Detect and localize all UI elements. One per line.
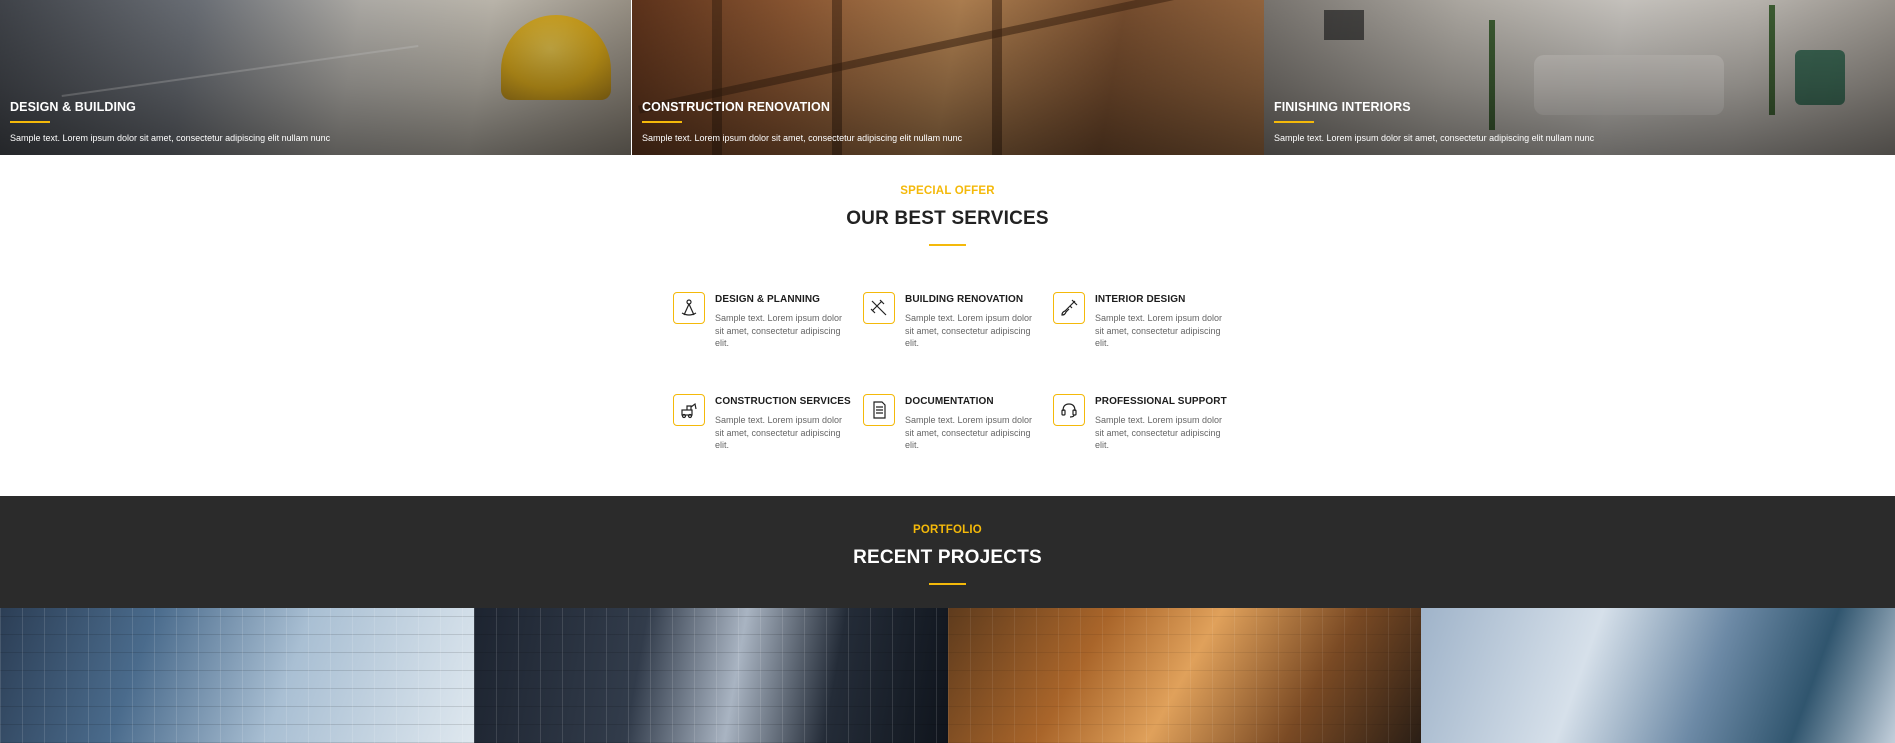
portfolio-title: RECENT PROJECTS xyxy=(853,547,1042,568)
feature-tile-text: Sample text. Lorem ipsum dolor sit amet,… xyxy=(642,133,963,143)
services-title-divider xyxy=(929,244,966,246)
paint-brush-icon xyxy=(1053,292,1085,324)
compass-drafting-icon xyxy=(673,292,705,324)
feature-tile-divider xyxy=(642,121,682,123)
service-title: CONSTRUCTION SERVICES xyxy=(715,396,851,407)
service-item-professional-support[interactable]: PROFESSIONAL SUPPORT Sample text. Lorem … xyxy=(1053,394,1253,464)
project-image-1[interactable] xyxy=(0,608,474,743)
feature-tile-design-building[interactable]: DESIGN & BUILDING Sample text. Lorem ips… xyxy=(0,0,631,155)
service-title: DOCUMENTATION xyxy=(905,396,994,407)
excavator-icon xyxy=(673,394,705,426)
feature-tile-finishing-interiors[interactable]: FINISHING INTERIORS Sample text. Lorem i… xyxy=(1264,0,1895,155)
portfolio-section-header: PORTFOLIO RECENT PROJECTS xyxy=(0,496,1895,608)
portfolio-eyebrow: PORTFOLIO xyxy=(913,524,982,536)
feature-tile-text: Sample text. Lorem ipsum dolor sit amet,… xyxy=(1274,133,1595,143)
service-title: PROFESSIONAL SUPPORT xyxy=(1095,396,1227,407)
feature-tile-divider xyxy=(10,121,50,123)
recent-projects-gallery xyxy=(0,608,1895,743)
feature-tile-construction-renovation[interactable]: CONSTRUCTION RENOVATION Sample text. Lor… xyxy=(632,0,1264,155)
service-title: BUILDING RENOVATION xyxy=(905,294,1024,305)
headset-icon xyxy=(1053,394,1085,426)
hammer-wrench-icon xyxy=(863,292,895,324)
service-text: Sample text. Lorem ipsum dolor sit amet,… xyxy=(1095,415,1223,450)
project-image-4[interactable] xyxy=(1421,608,1895,743)
service-title: INTERIOR DESIGN xyxy=(1095,294,1186,305)
feature-tile-title: DESIGN & BUILDING xyxy=(10,100,137,114)
feature-tile-title: CONSTRUCTION RENOVATION xyxy=(642,100,830,114)
document-icon xyxy=(863,394,895,426)
project-image-3[interactable] xyxy=(948,608,1421,743)
services-eyebrow: SPECIAL OFFER xyxy=(900,185,995,197)
service-text: Sample text. Lorem ipsum dolor sit amet,… xyxy=(905,313,1033,348)
feature-tile-text: Sample text. Lorem ipsum dolor sit amet,… xyxy=(10,133,331,143)
services-title: OUR BEST SERVICES xyxy=(846,208,1049,229)
service-item-interior-design[interactable]: INTERIOR DESIGN Sample text. Lorem ipsum… xyxy=(1053,292,1253,362)
service-item-design-planning[interactable]: DESIGN & PLANNING Sample text. Lorem ips… xyxy=(673,292,873,362)
service-item-construction-services[interactable]: CONSTRUCTION SERVICES Sample text. Lorem… xyxy=(673,394,873,464)
service-text: Sample text. Lorem ipsum dolor sit amet,… xyxy=(1095,313,1223,348)
service-title: DESIGN & PLANNING xyxy=(715,294,821,305)
portfolio-title-divider xyxy=(929,583,966,585)
feature-tile-divider xyxy=(1274,121,1314,123)
feature-tile-title: FINISHING INTERIORS xyxy=(1274,100,1411,114)
top-feature-strip: DESIGN & BUILDING Sample text. Lorem ips… xyxy=(0,0,1895,155)
service-text: Sample text. Lorem ipsum dolor sit amet,… xyxy=(715,313,843,348)
service-text: Sample text. Lorem ipsum dolor sit amet,… xyxy=(715,415,843,450)
service-item-building-renovation[interactable]: BUILDING RENOVATION Sample text. Lorem i… xyxy=(863,292,1063,362)
service-text: Sample text. Lorem ipsum dolor sit amet,… xyxy=(905,415,1033,450)
service-item-documentation[interactable]: DOCUMENTATION Sample text. Lorem ipsum d… xyxy=(863,394,1063,464)
project-image-2[interactable] xyxy=(474,608,948,743)
